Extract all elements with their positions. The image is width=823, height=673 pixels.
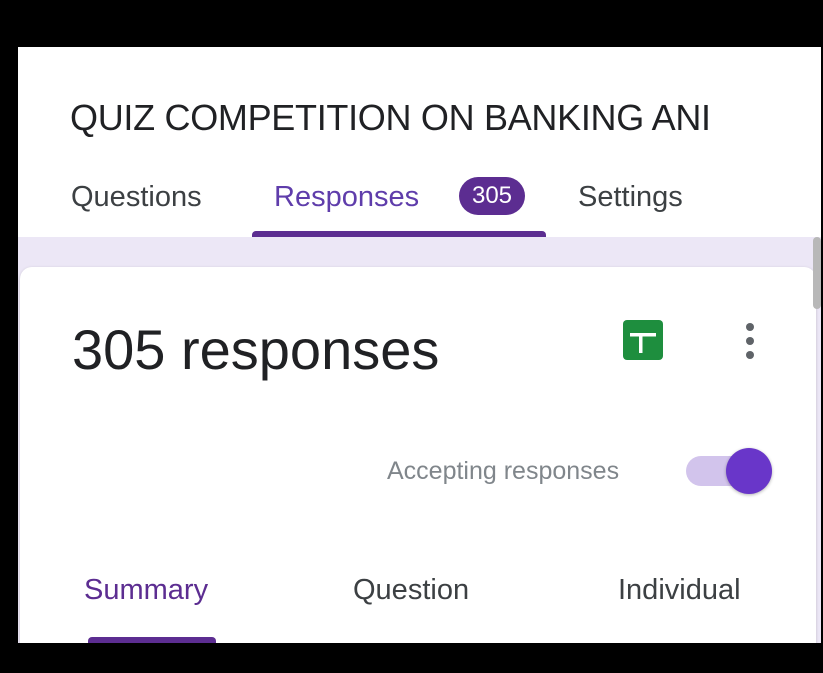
tab-responses[interactable]: Responses xyxy=(274,181,419,214)
subtab-individual[interactable]: Individual xyxy=(618,574,741,607)
toggle-thumb xyxy=(726,448,772,494)
scrollbar[interactable] xyxy=(813,237,821,309)
more-vert-icon[interactable] xyxy=(738,321,762,361)
responses-summary-card: 305 responses Accepting responses Summar… xyxy=(20,267,816,643)
accepting-responses-label: Accepting responses xyxy=(387,457,620,485)
response-count-heading: 305 responses xyxy=(72,318,440,381)
form-tabs: Questions Responses 305 Settings xyxy=(18,177,821,237)
tab-questions[interactable]: Questions xyxy=(71,181,202,214)
tab-settings[interactable]: Settings xyxy=(578,181,683,214)
subtab-question[interactable]: Question xyxy=(353,574,469,607)
forms-screen: QUIZ COMPETITION ON BANKING ANI Question… xyxy=(18,47,821,643)
google-sheets-icon[interactable] xyxy=(622,319,664,361)
subtab-summary[interactable]: Summary xyxy=(84,574,208,607)
form-title: QUIZ COMPETITION ON BANKING ANI xyxy=(70,97,711,138)
active-subtab-indicator xyxy=(88,637,216,643)
accepting-responses-toggle[interactable] xyxy=(684,445,772,497)
responses-count-badge: 305 xyxy=(459,177,525,215)
